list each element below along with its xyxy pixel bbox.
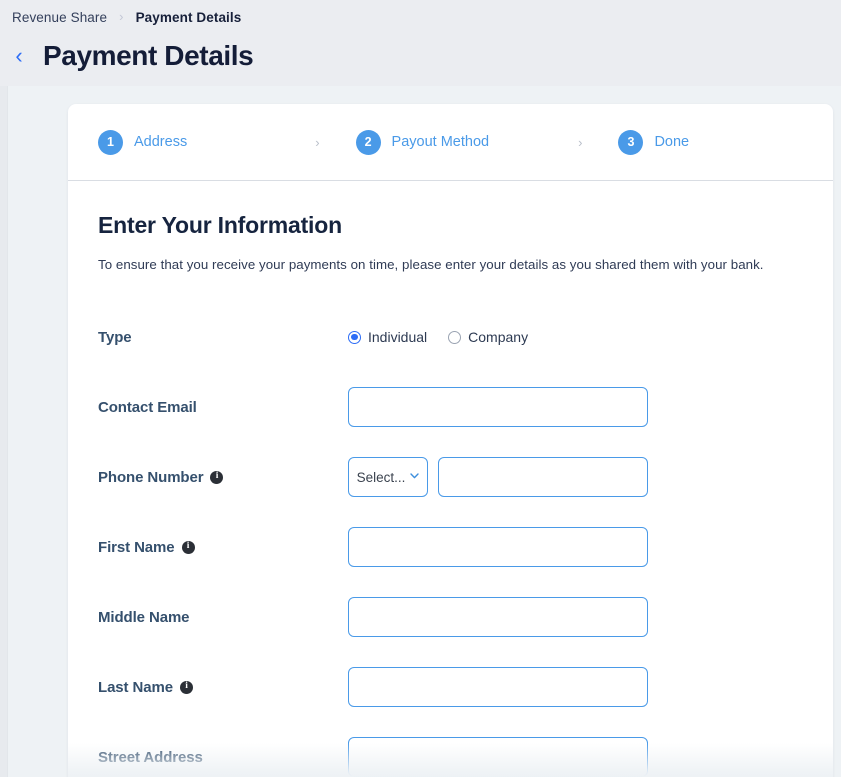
form-row-street-address: Street Address — [98, 722, 803, 777]
step-number-badge: 1 — [98, 129, 123, 155]
label-text: First Name — [98, 538, 175, 556]
breadcrumb-item-revenue-share[interactable]: Revenue Share — [12, 10, 107, 25]
phone-number-control: Select... — [348, 457, 648, 497]
middle-name-control — [348, 597, 648, 637]
phone-number-input[interactable] — [438, 457, 648, 497]
type-radio-group: Individual Company — [348, 329, 528, 345]
chevron-down-icon — [410, 472, 420, 482]
step-number-badge: 3 — [618, 129, 644, 155]
radio-company[interactable]: Company — [448, 329, 528, 345]
info-icon[interactable]: i — [181, 540, 195, 554]
street-address-input[interactable] — [348, 737, 648, 777]
chevron-right-icon: › — [119, 9, 124, 24]
page-title: Payment Details — [43, 40, 254, 71]
label-contact-email: Contact Email — [98, 399, 348, 416]
stepper-chevron-right-icon: › — [578, 134, 583, 150]
step-number-badge: 2 — [355, 129, 381, 155]
label-text: Phone Number — [98, 468, 204, 486]
phone-country-select[interactable]: Select... — [348, 457, 428, 497]
first-name-control — [348, 527, 648, 567]
type-control: Individual Company — [348, 329, 528, 345]
form-field-list: Type Individual Company Contact Email Ph… — [98, 302, 803, 777]
radio-selected-icon[interactable] — [348, 330, 361, 344]
middle-name-input[interactable] — [348, 597, 648, 637]
label-text: Street Address — [98, 748, 203, 766]
label-type: Type — [98, 329, 348, 346]
form-row-phone-number: Phone Number i Select... — [98, 442, 803, 512]
step-label: Done — [654, 134, 690, 150]
step-payout-method[interactable]: 2 Payout Method — [355, 129, 490, 155]
street-address-control — [348, 737, 648, 777]
breadcrumb-item-payment-details[interactable]: Payment Details — [136, 10, 242, 25]
form-row-middle-name: Middle Name — [98, 582, 803, 652]
info-icon[interactable]: i — [210, 470, 224, 484]
form-subheading: To ensure that you receive your payments… — [98, 257, 764, 272]
payment-details-card: 1 Address › 2 Payout Method › 3 Done Ent… — [68, 104, 833, 777]
step-label: Address — [134, 134, 188, 150]
form-heading: Enter Your Information — [98, 212, 342, 238]
label-text: Last Name — [98, 678, 173, 696]
label-phone-number: Phone Number i — [98, 469, 348, 486]
progress-stepper: 1 Address › 2 Payout Method › 3 Done — [68, 104, 833, 181]
label-first-name: First Name i — [98, 539, 348, 556]
form-row-type: Type Individual Company — [98, 302, 803, 372]
information-form: Enter Your Information To ensure that yo… — [68, 181, 833, 777]
breadcrumb: Revenue Share › Payment Details — [12, 10, 241, 25]
label-street-address: Street Address — [98, 749, 348, 766]
form-row-first-name: First Name i — [98, 512, 803, 582]
label-text: Type — [98, 328, 132, 346]
info-icon[interactable]: i — [179, 680, 193, 694]
step-label: Payout Method — [391, 134, 490, 150]
last-name-control — [348, 667, 648, 707]
phone-country-select-value: Select... — [356, 469, 406, 485]
page-title-row: ‹ Payment Details — [8, 40, 253, 72]
label-last-name: Last Name i — [98, 679, 348, 696]
contact-email-input[interactable] — [348, 387, 648, 427]
radio-label: Company — [468, 329, 529, 345]
last-name-input[interactable] — [348, 667, 648, 707]
contact-email-control — [348, 387, 648, 427]
radio-unselected-icon[interactable] — [448, 330, 462, 344]
step-done[interactable]: 3 Done — [618, 129, 690, 155]
label-text: Middle Name — [98, 608, 190, 626]
radio-label: Individual — [368, 329, 428, 345]
first-name-input[interactable] — [348, 527, 648, 567]
radio-individual[interactable]: Individual — [348, 329, 427, 345]
step-address[interactable]: 1 Address — [98, 129, 188, 155]
label-text: Contact Email — [98, 398, 197, 416]
label-middle-name: Middle Name — [98, 609, 348, 626]
left-rail — [0, 86, 8, 777]
back-chevron-icon[interactable]: ‹ — [8, 45, 30, 67]
stepper-chevron-right-icon: › — [315, 134, 320, 150]
form-row-contact-email: Contact Email — [98, 372, 803, 442]
form-row-last-name: Last Name i — [98, 652, 803, 722]
